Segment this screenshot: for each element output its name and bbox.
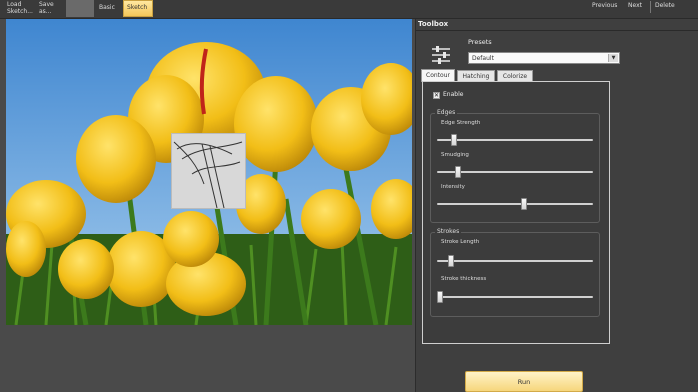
load-label: Load (7, 1, 22, 8)
stroke-thickness-slider[interactable] (437, 296, 593, 298)
sketch-lines (173, 141, 243, 209)
toolbox-panel: Toolbox Presets Default ▼ Contour Hatchi… (415, 19, 698, 392)
enable-label: Enable (443, 91, 464, 98)
load-sub-label: Sketch... (7, 8, 33, 15)
canvas-area[interactable] (6, 19, 412, 325)
stroke-length-thumb[interactable] (447, 255, 454, 267)
strokes-group: Strokes Stroke Length Stroke thickness (430, 228, 600, 317)
basic-label: Basic (99, 4, 115, 11)
presets-dropdown[interactable]: Default ▼ (468, 52, 620, 64)
edges-group: Edges Edge Strength Smudging Intensity (430, 109, 600, 223)
toolbox-title: Toolbox (418, 20, 449, 28)
intensity-slider[interactable] (437, 203, 593, 205)
smudging-label: Smudging (441, 152, 469, 158)
stroke-length-label: Stroke Length (441, 239, 480, 245)
chevron-down-icon[interactable]: ▼ (608, 54, 618, 62)
run-button[interactable]: Run (465, 371, 583, 392)
stroke-thickness-thumb[interactable] (437, 291, 443, 303)
stroke-length-slider[interactable] (437, 260, 593, 262)
save-label: Save (39, 1, 54, 8)
previous-link[interactable]: Previous (592, 2, 617, 9)
edges-title: Edges (435, 109, 458, 116)
delete-link[interactable]: Delete (655, 2, 675, 9)
nav-divider (650, 1, 651, 13)
intensity-label: Intensity (441, 184, 465, 190)
load-sketch-button[interactable]: Load Sketch... (4, 0, 33, 17)
top-toolbar: Load Sketch... Save as... Basic Sketch P… (0, 0, 698, 19)
intensity-thumb[interactable] (521, 198, 527, 210)
toolbar-placeholder-button[interactable] (66, 0, 94, 17)
stroke-thickness-label: Stroke thickness (441, 276, 487, 282)
basic-button[interactable]: Basic (96, 0, 120, 17)
edge-strength-label: Edge Strength (441, 120, 481, 126)
contour-panel: ✕ Enable Edges Edge Strength Smudging In… (422, 81, 610, 344)
presets-label: Presets (468, 38, 492, 46)
sliders-icon (430, 44, 452, 66)
sketch-label: Sketch (127, 4, 148, 11)
edge-strength-thumb[interactable] (450, 134, 457, 146)
sketch-button[interactable]: Sketch (123, 0, 153, 17)
edge-strength-slider[interactable] (437, 139, 593, 141)
save-sub-label: as... (39, 8, 52, 15)
smudging-thumb[interactable] (455, 166, 461, 178)
toolbox-divider (416, 30, 698, 31)
sketch-preview-patch[interactable] (171, 133, 246, 209)
enable-checkbox[interactable]: ✕ (433, 92, 440, 99)
next-link[interactable]: Next (628, 2, 642, 9)
tulip-photo (6, 19, 412, 325)
save-as-button[interactable]: Save as... (36, 0, 62, 17)
presets-value: Default (472, 55, 494, 62)
strokes-title: Strokes (435, 228, 462, 235)
